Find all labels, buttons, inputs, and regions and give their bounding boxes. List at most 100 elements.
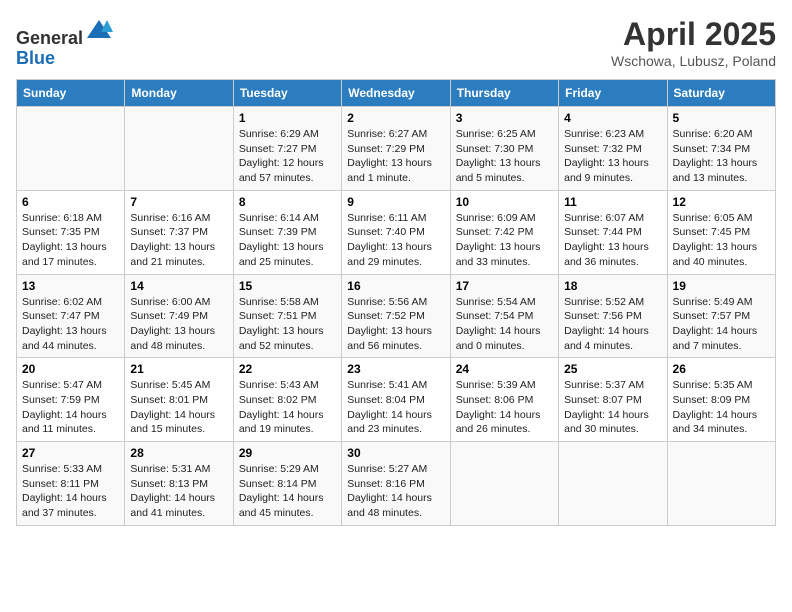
day-info: Sunrise: 5:58 AMSunset: 7:51 PMDaylight:…	[239, 295, 336, 354]
calendar-cell: 13 Sunrise: 6:02 AMSunset: 7:47 PMDayligh…	[17, 274, 125, 358]
day-info: Sunrise: 6:25 AMSunset: 7:30 PMDaylight:…	[456, 127, 553, 186]
day-number: 10	[456, 195, 553, 209]
calendar-cell	[17, 107, 125, 191]
day-number: 28	[130, 446, 227, 460]
calendar-cell: 24 Sunrise: 5:39 AMSunset: 8:06 PMDayligh…	[450, 358, 558, 442]
day-number: 9	[347, 195, 444, 209]
logo: General Blue	[16, 16, 113, 69]
day-info: Sunrise: 5:31 AMSunset: 8:13 PMDaylight:…	[130, 462, 227, 521]
day-number: 12	[673, 195, 770, 209]
day-info: Sunrise: 5:56 AMSunset: 7:52 PMDaylight:…	[347, 295, 444, 354]
calendar-cell: 23 Sunrise: 5:41 AMSunset: 8:04 PMDayligh…	[342, 358, 450, 442]
day-number: 13	[22, 279, 119, 293]
weekday-header-sunday: Sunday	[17, 80, 125, 107]
weekday-header-row: SundayMondayTuesdayWednesdayThursdayFrid…	[17, 80, 776, 107]
day-info: Sunrise: 5:27 AMSunset: 8:16 PMDaylight:…	[347, 462, 444, 521]
calendar-cell: 29 Sunrise: 5:29 AMSunset: 8:14 PMDayligh…	[233, 442, 341, 526]
calendar-cell: 15 Sunrise: 5:58 AMSunset: 7:51 PMDayligh…	[233, 274, 341, 358]
day-number: 21	[130, 362, 227, 376]
day-number: 4	[564, 111, 661, 125]
calendar-table: SundayMondayTuesdayWednesdayThursdayFrid…	[16, 79, 776, 526]
day-number: 30	[347, 446, 444, 460]
weekday-header-tuesday: Tuesday	[233, 80, 341, 107]
day-info: Sunrise: 6:20 AMSunset: 7:34 PMDaylight:…	[673, 127, 770, 186]
calendar-week-2: 6 Sunrise: 6:18 AMSunset: 7:35 PMDaylight…	[17, 190, 776, 274]
day-number: 22	[239, 362, 336, 376]
day-info: Sunrise: 5:29 AMSunset: 8:14 PMDaylight:…	[239, 462, 336, 521]
day-number: 7	[130, 195, 227, 209]
logo-icon	[85, 16, 113, 44]
day-number: 27	[22, 446, 119, 460]
day-number: 20	[22, 362, 119, 376]
calendar-cell: 22 Sunrise: 5:43 AMSunset: 8:02 PMDayligh…	[233, 358, 341, 442]
day-info: Sunrise: 5:47 AMSunset: 7:59 PMDaylight:…	[22, 378, 119, 437]
calendar-week-3: 13 Sunrise: 6:02 AMSunset: 7:47 PMDayligh…	[17, 274, 776, 358]
calendar-cell	[559, 442, 667, 526]
calendar-cell	[667, 442, 775, 526]
day-number: 11	[564, 195, 661, 209]
calendar-cell: 12 Sunrise: 6:05 AMSunset: 7:45 PMDayligh…	[667, 190, 775, 274]
day-info: Sunrise: 5:43 AMSunset: 8:02 PMDaylight:…	[239, 378, 336, 437]
day-number: 24	[456, 362, 553, 376]
calendar-cell: 4 Sunrise: 6:23 AMSunset: 7:32 PMDaylight…	[559, 107, 667, 191]
calendar-cell: 17 Sunrise: 5:54 AMSunset: 7:54 PMDayligh…	[450, 274, 558, 358]
day-number: 6	[22, 195, 119, 209]
day-number: 3	[456, 111, 553, 125]
weekday-header-saturday: Saturday	[667, 80, 775, 107]
calendar-cell: 25Sunrise: 5:37 AMSunset: 8:07 PMDayligh…	[559, 358, 667, 442]
day-info: Sunrise: 6:07 AMSunset: 7:44 PMDaylight:…	[564, 211, 661, 270]
weekday-header-wednesday: Wednesday	[342, 80, 450, 107]
day-number: 15	[239, 279, 336, 293]
day-number: 18	[564, 279, 661, 293]
day-info: Sunrise: 5:54 AMSunset: 7:54 PMDaylight:…	[456, 295, 553, 354]
day-info: Sunrise: 5:35 AMSunset: 8:09 PMDaylight:…	[673, 378, 770, 437]
day-info: Sunrise: 6:05 AMSunset: 7:45 PMDaylight:…	[673, 211, 770, 270]
day-number: 1	[239, 111, 336, 125]
calendar-cell: 21 Sunrise: 5:45 AMSunset: 8:01 PMDayligh…	[125, 358, 233, 442]
calendar-title: April 2025	[611, 16, 776, 53]
day-number: 26	[673, 362, 770, 376]
calendar-cell: 27Sunrise: 5:33 AMSunset: 8:11 PMDayligh…	[17, 442, 125, 526]
logo-blue: Blue	[16, 48, 55, 68]
day-number: 29	[239, 446, 336, 460]
day-info: Sunrise: 6:11 AMSunset: 7:40 PMDaylight:…	[347, 211, 444, 270]
day-info: Sunrise: 5:45 AMSunset: 8:01 PMDaylight:…	[130, 378, 227, 437]
day-info: Sunrise: 6:00 AMSunset: 7:49 PMDaylight:…	[130, 295, 227, 354]
calendar-cell: 28 Sunrise: 5:31 AMSunset: 8:13 PMDayligh…	[125, 442, 233, 526]
calendar-cell: 16Sunrise: 5:56 AMSunset: 7:52 PMDayligh…	[342, 274, 450, 358]
calendar-cell: 26 Sunrise: 5:35 AMSunset: 8:09 PMDayligh…	[667, 358, 775, 442]
day-number: 25	[564, 362, 661, 376]
calendar-subtitle: Wschowa, Lubusz, Poland	[611, 53, 776, 69]
day-info: Sunrise: 6:16 AMSunset: 7:37 PMDaylight:…	[130, 211, 227, 270]
calendar-cell: 11 Sunrise: 6:07 AMSunset: 7:44 PMDayligh…	[559, 190, 667, 274]
day-number: 19	[673, 279, 770, 293]
calendar-cell: 1Sunrise: 6:29 AMSunset: 7:27 PMDaylight…	[233, 107, 341, 191]
day-info: Sunrise: 5:49 AMSunset: 7:57 PMDaylight:…	[673, 295, 770, 354]
calendar-cell	[450, 442, 558, 526]
weekday-header-thursday: Thursday	[450, 80, 558, 107]
calendar-cell: 9 Sunrise: 6:11 AMSunset: 7:40 PMDaylight…	[342, 190, 450, 274]
calendar-cell: 5Sunrise: 6:20 AMSunset: 7:34 PMDaylight…	[667, 107, 775, 191]
day-info: Sunrise: 6:18 AMSunset: 7:35 PMDaylight:…	[22, 211, 119, 270]
calendar-week-5: 27Sunrise: 5:33 AMSunset: 8:11 PMDayligh…	[17, 442, 776, 526]
calendar-week-1: 1Sunrise: 6:29 AMSunset: 7:27 PMDaylight…	[17, 107, 776, 191]
day-info: Sunrise: 5:52 AMSunset: 7:56 PMDaylight:…	[564, 295, 661, 354]
day-info: Sunrise: 6:23 AMSunset: 7:32 PMDaylight:…	[564, 127, 661, 186]
day-info: Sunrise: 6:14 AMSunset: 7:39 PMDaylight:…	[239, 211, 336, 270]
day-number: 2	[347, 111, 444, 125]
calendar-cell: 6 Sunrise: 6:18 AMSunset: 7:35 PMDaylight…	[17, 190, 125, 274]
calendar-cell: 7 Sunrise: 6:16 AMSunset: 7:37 PMDaylight…	[125, 190, 233, 274]
page-header: General Blue April 2025 Wschowa, Lubusz,…	[16, 16, 776, 69]
day-info: Sunrise: 6:09 AMSunset: 7:42 PMDaylight:…	[456, 211, 553, 270]
day-number: 8	[239, 195, 336, 209]
day-number: 23	[347, 362, 444, 376]
day-info: Sunrise: 5:39 AMSunset: 8:06 PMDaylight:…	[456, 378, 553, 437]
day-info: Sunrise: 5:41 AMSunset: 8:04 PMDaylight:…	[347, 378, 444, 437]
calendar-cell	[125, 107, 233, 191]
calendar-week-4: 20 Sunrise: 5:47 AMSunset: 7:59 PMDayligh…	[17, 358, 776, 442]
day-info: Sunrise: 6:02 AMSunset: 7:47 PMDaylight:…	[22, 295, 119, 354]
weekday-header-friday: Friday	[559, 80, 667, 107]
logo-general: General	[16, 28, 83, 48]
calendar-cell: 20 Sunrise: 5:47 AMSunset: 7:59 PMDayligh…	[17, 358, 125, 442]
day-number: 17	[456, 279, 553, 293]
